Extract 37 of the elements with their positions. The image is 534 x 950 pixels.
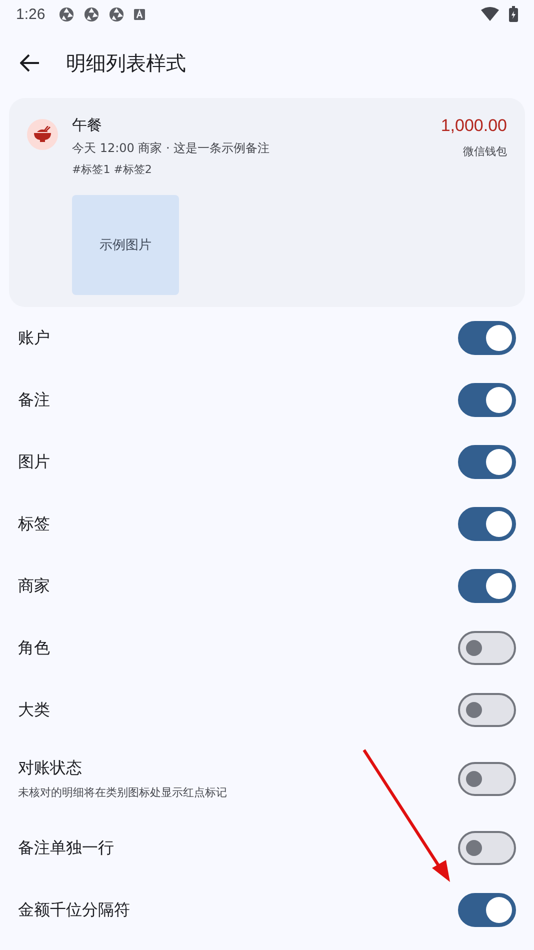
back-icon[interactable] — [20, 54, 40, 72]
entry-tags: #标签1 #标签2 — [72, 162, 427, 177]
setting-label: 对账状态 — [18, 758, 83, 779]
page-title: 明细列表样式 — [66, 50, 186, 76]
entry-details: 今天 12:00 商家 · 这是一条示例备注 — [72, 140, 271, 157]
setting-description: 未核对的明细将在类别图标处显示红点标记 — [18, 785, 228, 800]
image-caption: 示例图片 — [100, 237, 152, 254]
notification-icon — [84, 6, 100, 22]
entry-amount: 1,000.00 — [440, 116, 507, 136]
status-time: 1:26 — [16, 6, 46, 22]
entry-account: 微信钱包 — [463, 144, 507, 159]
setting-label: 账户 — [18, 328, 51, 348]
toggle-switch[interactable] — [458, 383, 516, 417]
toggle-switch[interactable] — [458, 321, 516, 355]
setting-label: 备注 — [18, 390, 51, 410]
notification-icon — [109, 6, 124, 22]
toggle-switch[interactable] — [458, 445, 516, 479]
toggle-switch[interactable] — [458, 569, 516, 603]
setting-label: 金额千位分隔符 — [18, 900, 131, 920]
wifi-icon — [481, 7, 499, 21]
setting-label: 大类 — [18, 700, 51, 720]
toggle-switch[interactable] — [458, 831, 516, 865]
category-icon — [27, 119, 58, 150]
notification-icon — [59, 6, 74, 22]
keyboard-icon — [134, 8, 146, 20]
setting-label: 标签 — [18, 514, 51, 534]
category-name: 午餐 — [72, 116, 103, 135]
setting-label: 图片 — [18, 452, 51, 472]
toggle-switch[interactable] — [458, 631, 516, 665]
setting-label: 备注单独一行 — [18, 838, 115, 858]
setting-label: 商家 — [18, 576, 51, 596]
setting-label: 角色 — [18, 638, 51, 658]
toggle-switch[interactable] — [458, 507, 516, 541]
toggle-switch[interactable] — [458, 893, 516, 927]
battery-icon — [509, 6, 518, 22]
toggle-switch[interactable] — [458, 762, 516, 796]
toggle-switch[interactable] — [458, 693, 516, 727]
